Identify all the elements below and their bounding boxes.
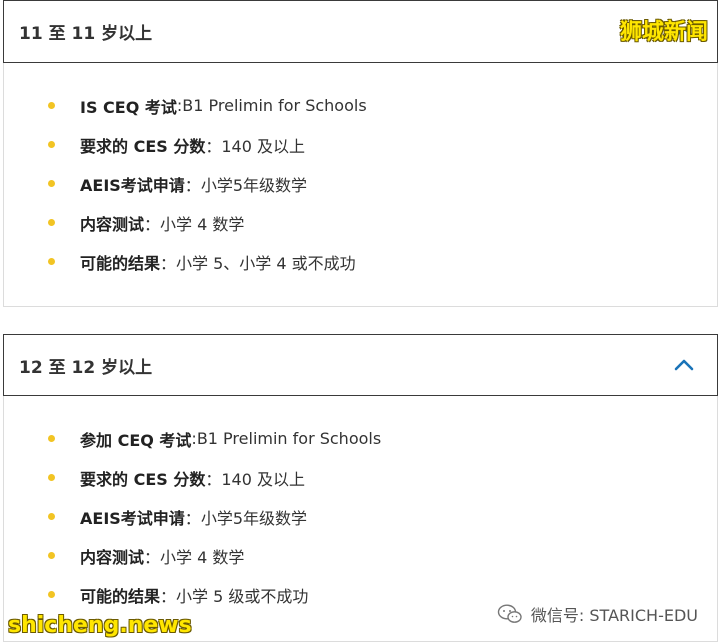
bullet-dot — [48, 474, 55, 481]
list-item: AEIS考试申请：小学5年级数学 — [48, 164, 717, 203]
bullet-dot — [48, 258, 55, 265]
item-label: 内容测试 — [80, 547, 145, 567]
item-value: B1 Prelimin for Schools — [196, 429, 382, 448]
list-item: IS CEQ 考试: B1 Prelimin for Schools — [48, 86, 717, 125]
item-value: 小学 4 数学 — [160, 547, 245, 567]
item-value: 140 及以上 — [221, 469, 305, 489]
item-value: 140 及以上 — [221, 136, 305, 156]
bullet-dot — [48, 141, 55, 148]
accordion-section-1: 11 至 11 岁以上 IS CEQ 考试: B1 Prelimin for S… — [3, 0, 718, 307]
item-value: 小学 4 数学 — [160, 214, 245, 234]
item-label: AEIS考试申请 — [80, 508, 185, 528]
item-value: 小学 5 级或不成功 — [176, 586, 309, 606]
accordion-title-1: 11 至 11 岁以上 — [19, 24, 153, 44]
accordion-panel-1: IS CEQ 考试: B1 Prelimin for Schools 要求的 C… — [3, 63, 718, 307]
item-label: AEIS考试申请 — [80, 175, 185, 195]
item-value: 小学 5、小学 4 或不成功 — [176, 253, 356, 273]
item-separator: ： — [184, 175, 201, 195]
chevron-up-icon[interactable] — [673, 358, 695, 372]
item-value: B1 Prelimin for Schools — [182, 96, 367, 115]
bullet-dot — [48, 591, 55, 598]
item-separator: ： — [160, 253, 177, 273]
requirements-list-2: 参加 CEQ 考试: B1 Prelimin for Schools 要求的 C… — [4, 419, 717, 614]
bullet-dot — [48, 513, 55, 520]
item-separator: ： — [160, 586, 177, 606]
item-label: 可能的结果 — [80, 586, 161, 606]
bullet-dot — [48, 435, 55, 442]
item-value: 小学5年级数学 — [200, 508, 307, 528]
list-item: 要求的 CES 分数： 140 及以上 — [48, 125, 717, 164]
item-label: 可能的结果 — [80, 253, 161, 273]
watermark-top-right: 狮城新闻 — [619, 20, 708, 45]
item-separator: ： — [144, 547, 161, 567]
bullet-dot — [48, 552, 55, 559]
accordion-header-1[interactable]: 11 至 11 岁以上 — [3, 0, 718, 63]
item-separator: ： — [184, 508, 201, 528]
item-separator: ： — [144, 214, 161, 234]
list-item: AEIS考试申请：小学5年级数学 — [48, 497, 717, 536]
bullet-dot — [48, 180, 55, 187]
list-item: 可能的结果：小学 5、小学 4 或不成功 — [48, 242, 717, 281]
list-item: 要求的 CES 分数： 140 及以上 — [48, 458, 717, 497]
watermark-site: shicheng.news — [8, 613, 192, 638]
watermark-wechat: 微信号: STARICH-EDU — [497, 602, 698, 626]
item-label: 要求的 CES 分数 — [80, 136, 206, 156]
wechat-icon — [497, 604, 522, 623]
bullet-dot — [48, 102, 55, 109]
item-separator: ： — [205, 136, 222, 156]
list-item: 内容测试：小学 4 数学 — [48, 203, 717, 242]
item-value: 小学5年级数学 — [200, 175, 307, 195]
item-label: 内容测试 — [80, 214, 145, 234]
accordion-title-2: 12 至 12 岁以上 — [19, 357, 153, 378]
bullet-dot — [48, 219, 55, 226]
requirements-list-1: IS CEQ 考试: B1 Prelimin for Schools 要求的 C… — [4, 86, 717, 281]
item-label: IS CEQ 考试 — [80, 97, 177, 117]
wechat-id-text: 微信号: STARICH-EDU — [530, 606, 698, 625]
list-item: 内容测试：小学 4 数学 — [48, 536, 717, 575]
item-label: 要求的 CES 分数 — [80, 469, 206, 489]
item-separator: ： — [205, 469, 222, 489]
accordion-section-2: 12 至 12 岁以上 参加 CEQ 考试: B1 Prelimin for S… — [3, 334, 718, 642]
item-label: 参加 CEQ 考试 — [80, 430, 192, 450]
list-item: 参加 CEQ 考试: B1 Prelimin for Schools — [48, 419, 717, 458]
accordion-header-2[interactable]: 12 至 12 岁以上 — [3, 334, 718, 396]
